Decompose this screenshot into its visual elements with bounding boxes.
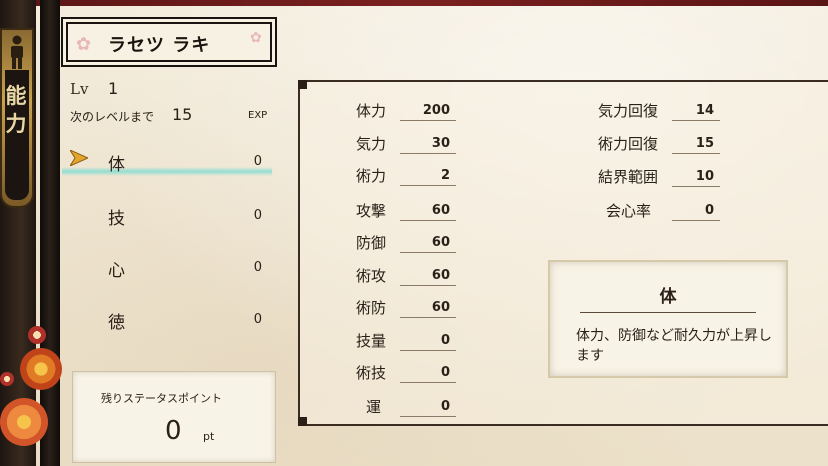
stat-underline	[400, 120, 456, 121]
level-value: 1	[108, 79, 119, 98]
stat-underline	[400, 252, 456, 253]
side-pole	[40, 0, 60, 466]
description-text: 体力、防御など耐久力が上昇します	[576, 328, 772, 364]
stat-row-kaishinritsu: 会心率 0	[606, 200, 720, 224]
stat-row-jutsuryoku-kaifuku: 術力回復 15	[598, 133, 720, 157]
stat-value: 60	[431, 268, 450, 283]
remaining-points-label: 残りステータスポイント	[101, 392, 222, 405]
stat-row-un: 運 0	[366, 396, 456, 420]
stat-underline	[672, 220, 720, 221]
stat-value: 60	[431, 203, 450, 218]
ability-tab-label: 能力	[5, 83, 27, 136]
allocation-value: 0	[253, 312, 262, 327]
next-level-exp: 15	[172, 105, 193, 124]
stat-name: 結界範囲	[598, 168, 659, 186]
stat-name: 技量	[356, 332, 387, 350]
stat-row-kekkai-hani: 結界範囲 10	[598, 166, 720, 190]
exp-unit: EXP	[248, 110, 268, 121]
corner-mark	[298, 417, 307, 426]
level-label: Lv	[70, 80, 89, 98]
allocation-name: 徳	[108, 313, 125, 333]
allocation-value: 0	[253, 154, 262, 169]
stat-value: 0	[704, 203, 714, 218]
stat-value: 30	[431, 136, 450, 151]
stat-row-kiryoku-kaifuku: 気力回復 14	[598, 100, 720, 124]
stat-value: 0	[440, 365, 450, 380]
allocation-value: 0	[253, 208, 262, 223]
remaining-points-value: 0	[165, 416, 182, 446]
stat-row-tairyoku: 体力 200	[356, 100, 456, 124]
stat-row-jutsubou: 術防 60	[356, 297, 456, 321]
allocation-row-gi[interactable]: 技 0	[62, 200, 272, 230]
stat-underline	[400, 350, 456, 351]
corner-mark	[298, 80, 307, 89]
stat-underline	[400, 317, 456, 318]
stat-underline	[400, 382, 456, 383]
stat-underline	[672, 120, 720, 121]
stat-value: 0	[440, 333, 450, 348]
allocation-row-tai[interactable]: 体 0	[62, 146, 272, 176]
stat-name: 術力	[356, 167, 387, 185]
person-icon	[11, 35, 23, 69]
stat-underline	[400, 220, 456, 221]
stat-name: 会心率	[606, 202, 652, 220]
allocation-name: 技	[108, 209, 125, 229]
stat-underline	[672, 186, 720, 187]
stat-underline	[400, 153, 456, 154]
stat-value: 0	[440, 399, 450, 414]
stat-name: 気力回復	[598, 102, 659, 120]
flower-decoration	[20, 348, 62, 390]
stat-row-bougyo: 防御 60	[356, 232, 456, 256]
description-title: 体	[659, 287, 677, 307]
allocation-row-toku[interactable]: 徳 0	[62, 304, 272, 334]
stat-name: 運	[366, 398, 382, 416]
next-level-label: 次のレベルまで	[70, 110, 155, 124]
sakura-icon: ✿	[76, 34, 92, 55]
stat-row-giryou: 技量 0	[356, 330, 456, 354]
stat-name: 術技	[356, 364, 387, 382]
stat-row-kougeki: 攻撃 60	[356, 200, 456, 224]
stat-value: 60	[431, 300, 450, 315]
stat-name: 防御	[356, 234, 387, 252]
flower-decoration	[28, 326, 46, 344]
stat-value: 200	[422, 103, 450, 118]
stat-underline	[400, 185, 456, 186]
stat-row-jukkou: 術攻 60	[356, 265, 456, 289]
stat-value: 2	[440, 168, 450, 183]
remaining-points-box: 残りステータスポイント 0 pt	[72, 371, 276, 463]
character-name-plate: ✿ ラセツ ラキ ✿	[63, 19, 275, 65]
flower-decoration	[0, 398, 48, 446]
stat-value: 10	[695, 169, 714, 184]
flower-decoration	[0, 372, 14, 386]
character-name: ラセツ ラキ	[108, 35, 211, 56]
stat-name: 気力	[356, 135, 387, 153]
allocation-name: 心	[108, 261, 125, 281]
stat-row-kiryoku: 気力 30	[356, 133, 456, 157]
stat-row-jutsugi: 術技 0	[356, 362, 456, 386]
remaining-points-unit: pt	[203, 430, 215, 443]
top-border	[0, 0, 828, 6]
description-box: 体 体力、防御など耐久力が上昇します	[548, 260, 788, 378]
stat-name: 術攻	[356, 267, 387, 285]
allocation-value: 0	[253, 260, 262, 275]
stat-name: 体力	[356, 102, 387, 120]
stat-underline	[400, 416, 456, 417]
stat-row-jutsuryoku: 術力 2	[356, 165, 456, 189]
allocation-row-shin[interactable]: 心 0	[62, 252, 272, 282]
stat-value: 15	[695, 136, 714, 151]
stat-name: 攻撃	[356, 202, 387, 220]
stat-underline	[400, 285, 456, 286]
selection-cursor-icon	[70, 150, 88, 166]
stat-underline	[672, 153, 720, 154]
stat-value: 14	[695, 103, 714, 118]
description-divider	[580, 312, 756, 313]
stat-name: 術防	[356, 299, 387, 317]
stat-name: 術力回復	[598, 135, 659, 153]
sakura-icon: ✿	[250, 30, 262, 46]
allocation-name: 体	[108, 155, 125, 175]
stat-value: 60	[431, 235, 450, 250]
